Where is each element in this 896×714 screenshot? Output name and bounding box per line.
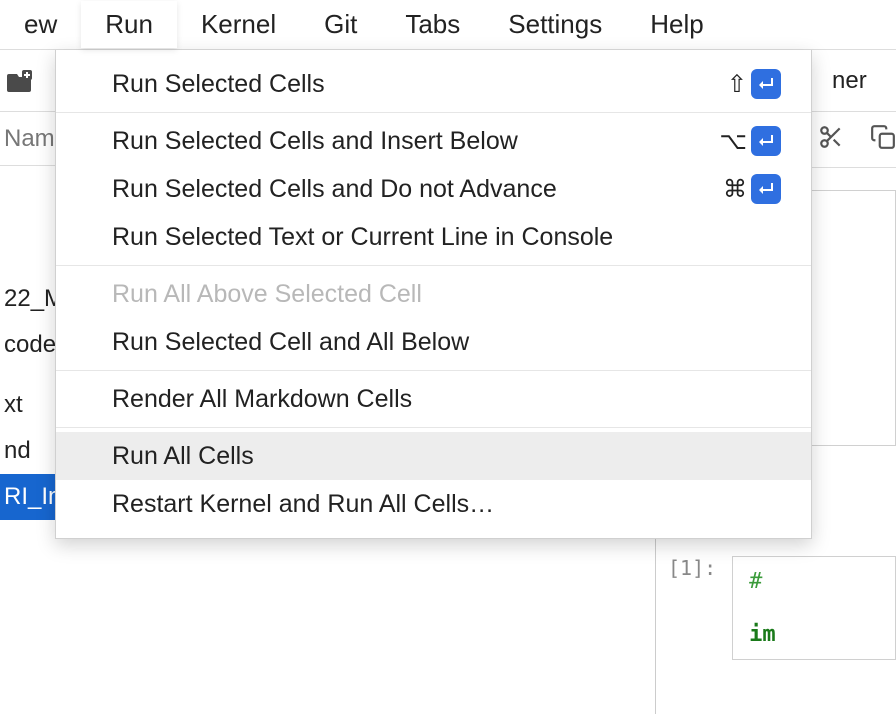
menu-settings[interactable]: Settings	[484, 1, 626, 48]
menu-restart-run-all[interactable]: Restart Kernel and Run All Cells…	[56, 480, 811, 528]
menu-run-selected-no-advance[interactable]: Run Selected Cells and Do not Advance ⌘	[56, 165, 811, 213]
menu-item-label: Render All Markdown Cells	[112, 385, 781, 414]
copy-icon[interactable]	[870, 124, 896, 156]
menu-run-selected-insert-below[interactable]: Run Selected Cells and Insert Below ⌥	[56, 117, 811, 165]
enter-key-icon	[751, 69, 781, 99]
shortcut-modifier: ⌘	[723, 175, 747, 204]
run-menu-dropdown: Run Selected Cells ⇧ Run Selected Cells …	[55, 50, 812, 539]
new-folder-icon[interactable]	[6, 67, 34, 95]
shortcut-modifier: ⌥	[719, 127, 747, 156]
menu-item-label: Run Selected Cells and Insert Below	[112, 127, 719, 156]
menu-separator	[56, 112, 811, 113]
menu-kernel[interactable]: Kernel	[177, 1, 300, 48]
menu-run[interactable]: Run	[81, 1, 177, 48]
code-comment: #	[749, 569, 762, 594]
menu-shortcut: ⇧	[727, 69, 781, 99]
menu-run-text-in-console[interactable]: Run Selected Text or Current Line in Con…	[56, 213, 811, 261]
cell-prompt: [1]:	[668, 556, 716, 580]
scissors-icon[interactable]	[818, 124, 844, 156]
shortcut-modifier: ⇧	[727, 70, 747, 99]
enter-key-icon	[751, 174, 781, 204]
notebook-tab-label[interactable]: ner	[832, 67, 867, 95]
menu-shortcut: ⌘	[723, 174, 781, 204]
menu-item-label: Run Selected Text or Current Line in Con…	[112, 223, 781, 252]
menu-item-label: Run Selected Cells	[112, 70, 727, 99]
filebrowser-name-header[interactable]: nam	[4, 125, 55, 153]
menu-tabs[interactable]: Tabs	[381, 1, 484, 48]
menu-run-all-above: Run All Above Selected Cell	[56, 270, 811, 318]
code-cell[interactable]: [1]: # im	[668, 556, 896, 660]
menu-render-markdown[interactable]: Render All Markdown Cells	[56, 375, 811, 423]
menubar: ew Run Kernel Git Tabs Settings Help	[0, 0, 896, 50]
menu-item-label: Run Selected Cell and All Below	[112, 328, 781, 357]
menu-item-label: Run All Cells	[112, 442, 781, 471]
menu-view-partial[interactable]: ew	[0, 1, 81, 48]
menu-git[interactable]: Git	[300, 1, 381, 48]
menu-item-label: Run All Above Selected Cell	[112, 280, 781, 309]
menu-separator	[56, 265, 811, 266]
enter-key-icon	[751, 126, 781, 156]
menu-item-label: Restart Kernel and Run All Cells…	[112, 490, 781, 519]
menu-shortcut: ⌥	[719, 126, 781, 156]
code-keyword: im	[749, 622, 776, 647]
menu-separator	[56, 427, 811, 428]
code-editor[interactable]: # im	[732, 556, 896, 660]
menu-run-selected-cells[interactable]: Run Selected Cells ⇧	[56, 60, 811, 108]
menu-separator	[56, 370, 811, 371]
menu-run-all-cells[interactable]: Run All Cells	[56, 432, 811, 480]
menu-item-label: Run Selected Cells and Do not Advance	[112, 175, 723, 204]
menu-run-selected-and-below[interactable]: Run Selected Cell and All Below	[56, 318, 811, 366]
menu-help[interactable]: Help	[626, 1, 727, 48]
